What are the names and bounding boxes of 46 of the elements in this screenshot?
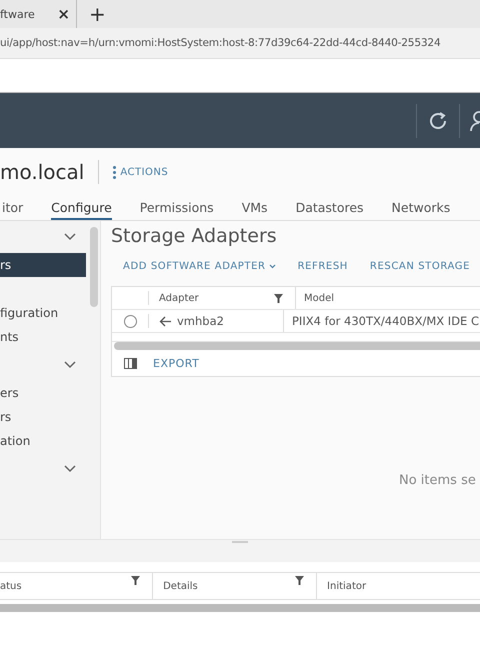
- chevron-down-icon[interactable]: [64, 361, 76, 369]
- column-header[interactable]: Initiator: [327, 580, 366, 592]
- filter-icon[interactable]: [274, 294, 283, 302]
- address-bar[interactable]: ui/app/host:nav=h/urn:vmomi:HostSystem:host-8:77d39c64-22dd-44cd-8440-255324: [0, 28, 480, 59]
- close-tab-button[interactable]: ×: [57, 5, 70, 23]
- sidebar-item[interactable]: ers: [0, 381, 86, 405]
- vertical-dots-icon: [113, 166, 116, 178]
- sidebar-item[interactable]: ation: [0, 429, 86, 453]
- sidebar-item[interactable]: nts: [0, 325, 86, 349]
- radio-button[interactable]: [124, 314, 136, 328]
- sidebar-item[interactable]: figuration: [0, 301, 86, 325]
- chevron-down-icon[interactable]: [64, 233, 76, 241]
- scrollbar[interactable]: [114, 342, 480, 350]
- sidebar-item[interactable]: rs: [0, 405, 86, 429]
- columns-icon[interactable]: [124, 358, 137, 368]
- scrollbar[interactable]: [90, 227, 98, 307]
- filter-icon[interactable]: [295, 576, 304, 585]
- column-header[interactable]: atus: [0, 580, 22, 592]
- refresh-icon[interactable]: [427, 110, 449, 132]
- toolbar-button[interactable]: REFRESH: [298, 261, 348, 272]
- nav-tab[interactable]: Datastores: [296, 196, 364, 220]
- page-title: Storage Adapters: [111, 225, 278, 247]
- chevron-down-icon[interactable]: [64, 465, 76, 473]
- nav-tab[interactable]: Networks: [392, 196, 450, 220]
- filter-icon[interactable]: [131, 576, 140, 585]
- toolbar-button[interactable]: ADD SOFTWARE ADAPTER: [123, 261, 276, 272]
- table-cell: PIIX4 for 430TX/440BX/MX IDE C: [292, 314, 480, 328]
- table-cell: vmhba2: [177, 314, 224, 328]
- actions-button[interactable]: ACTIONS: [113, 166, 168, 178]
- scrollbar[interactable]: [0, 604, 480, 612]
- user-icon[interactable]: [470, 108, 480, 132]
- empty-message: No items se: [399, 473, 477, 488]
- sidebar-item[interactable]: rs: [0, 253, 86, 277]
- toolbar-button[interactable]: RESCAN STORAGE: [370, 261, 470, 272]
- nav-tab[interactable]: VMs: [242, 196, 268, 220]
- column-header[interactable]: Model: [304, 292, 334, 304]
- new-tab-button[interactable]: +: [89, 2, 106, 26]
- browser-tab-title: ftware: [0, 8, 35, 20]
- column-header[interactable]: Details: [163, 580, 198, 592]
- column-header[interactable]: Adapter: [159, 292, 199, 304]
- host-title: mo.local: [0, 160, 84, 184]
- nav-tab[interactable]: Permissions: [140, 196, 214, 220]
- caret-icon: [268, 264, 276, 269]
- adapter-icon: [159, 316, 171, 326]
- nav-tab[interactable]: itor: [2, 196, 24, 220]
- export-button[interactable]: EXPORT: [153, 356, 200, 370]
